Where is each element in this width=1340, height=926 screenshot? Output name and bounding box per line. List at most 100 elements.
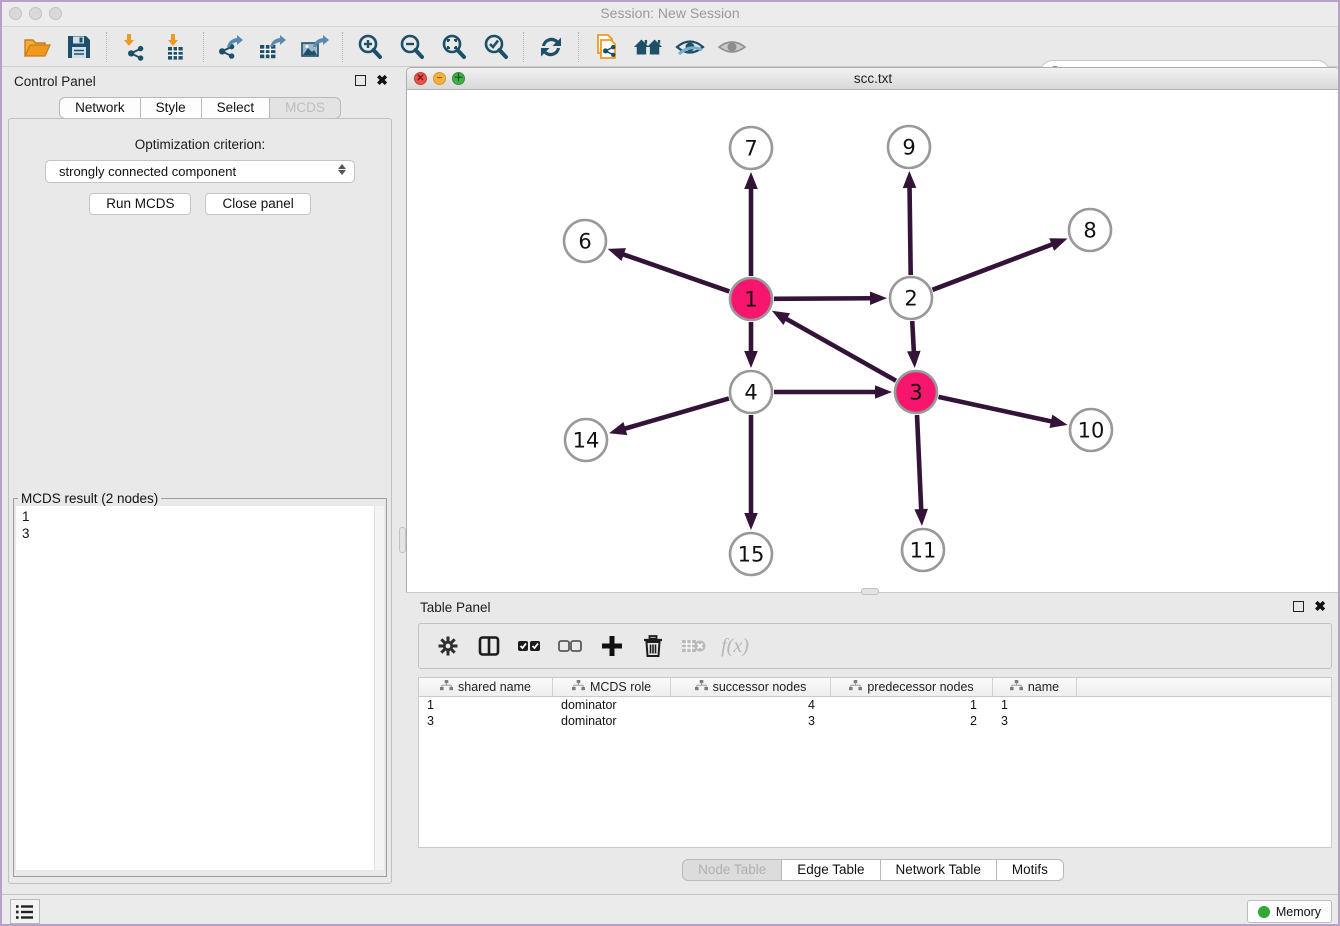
delete-table-icon <box>681 633 707 659</box>
export-image-icon[interactable] <box>300 32 330 62</box>
task-history-button[interactable] <box>10 899 40 924</box>
import-network-icon[interactable] <box>119 32 149 62</box>
tab-mcds[interactable]: MCDS <box>270 97 341 119</box>
zoom-selected-icon[interactable] <box>481 32 511 62</box>
run-mcds-button[interactable]: Run MCDS <box>89 193 191 215</box>
table-cell[interactable]: 1 <box>993 697 1077 713</box>
column-header-MCDS-role[interactable]: MCDS role <box>553 678 671 696</box>
graph-edge-1-6[interactable] <box>621 254 729 292</box>
network-graph[interactable]: 7968124314101511 <box>407 90 1339 592</box>
column-sort-icon[interactable] <box>1010 680 1023 694</box>
title-bar: Session: New Session <box>0 0 1340 27</box>
refresh-icon[interactable] <box>536 32 566 62</box>
close-table-panel-icon[interactable]: ✖ <box>1314 601 1326 612</box>
open-folder-icon[interactable] <box>22 32 52 62</box>
network-view-window: ✕ − ＋ scc.txt 7968124314101511 <box>406 67 1340 592</box>
function-fx-icon: f(x) <box>722 633 748 659</box>
graph-node-label: 4 <box>744 381 757 405</box>
graph-edge-2-3[interactable] <box>912 321 914 354</box>
tab-node-table[interactable]: Node Table <box>682 859 782 881</box>
gear-icon[interactable] <box>435 633 461 659</box>
optimization-criterion-select[interactable]: strongly connected component <box>45 160 355 183</box>
table-cell[interactable]: 1 <box>831 697 993 713</box>
import-table-icon[interactable] <box>161 32 191 62</box>
table-cell[interactable]: dominator <box>553 697 671 713</box>
table-row[interactable]: 1dominator411 <box>419 697 1331 713</box>
table-cell[interactable]: dominator <box>553 713 671 729</box>
table-cell[interactable]: 3 <box>993 713 1077 729</box>
control-panel-tabs: NetworkStyleSelectMCDS <box>0 97 400 119</box>
tab-edge-table[interactable]: Edge Table <box>782 859 880 881</box>
add-column-icon[interactable] <box>599 633 625 659</box>
graph-edge-2-8[interactable] <box>933 243 1055 289</box>
graph-edge-arrowhead <box>914 509 928 526</box>
mcds-result-legend: MCDS result (2 nodes) <box>18 491 161 506</box>
table-cell[interactable]: 3 <box>671 713 831 729</box>
uncheck-all-icon[interactable] <box>558 633 584 659</box>
column-sort-icon[interactable] <box>849 680 862 694</box>
show-eye-icon[interactable] <box>717 32 747 62</box>
home-icon[interactable] <box>633 32 663 62</box>
column-header-successor-nodes[interactable]: successor nodes <box>671 678 831 696</box>
table-cell[interactable]: 1 <box>419 697 553 713</box>
hide-eye-icon[interactable] <box>675 32 705 62</box>
graph-edge-1-2[interactable] <box>774 298 873 299</box>
float-table-panel-icon[interactable] <box>1293 601 1304 612</box>
tab-select[interactable]: Select <box>202 97 271 119</box>
export-network-icon[interactable] <box>216 32 246 62</box>
zoom-in-icon[interactable] <box>355 32 385 62</box>
column-sort-icon[interactable] <box>695 680 708 694</box>
network-window-titlebar[interactable]: ✕ − ＋ scc.txt <box>407 68 1339 90</box>
table-cell[interactable]: 4 <box>671 697 831 713</box>
table-cell[interactable]: 3 <box>419 713 553 729</box>
export-table-icon[interactable] <box>258 32 288 62</box>
result-scrollbar[interactable] <box>374 506 384 870</box>
zoom-out-icon[interactable] <box>397 32 427 62</box>
column-header-shared-name[interactable]: shared name <box>419 678 553 696</box>
tab-network-table[interactable]: Network Table <box>881 859 997 881</box>
splitter-grip-horizontal[interactable] <box>861 588 879 595</box>
float-panel-icon[interactable] <box>355 75 366 86</box>
memory-status-icon <box>1258 906 1270 918</box>
check-all-icon[interactable] <box>517 633 543 659</box>
mcds-result-text[interactable]: 1 3 <box>16 506 384 870</box>
delete-column-icon[interactable] <box>640 633 666 659</box>
close-panel-icon[interactable]: ✖ <box>376 75 388 86</box>
table-row[interactable]: 3dominator323 <box>419 713 1331 729</box>
graph-edge-arrowhead <box>903 171 917 188</box>
table-header-row: shared name MCDS role successor nodes prede… <box>419 678 1331 697</box>
splitter-grip-vertical[interactable] <box>399 527 406 553</box>
graph-edge-arrowhead <box>772 311 790 325</box>
table-cell[interactable]: 2 <box>831 713 993 729</box>
graph-node-label: 15 <box>738 543 765 567</box>
tab-network[interactable]: Network <box>59 97 141 119</box>
columns-icon[interactable] <box>476 633 502 659</box>
graph-edge-arrowhead <box>744 513 758 530</box>
memory-button[interactable]: Memory <box>1247 900 1332 923</box>
graph-node-label: 10 <box>1078 419 1105 443</box>
close-panel-button[interactable]: Close panel <box>205 193 310 215</box>
optimization-criterion-label: Optimization criterion: <box>9 137 391 152</box>
select-spinner-icon <box>338 164 346 175</box>
table-tabs: Node TableEdge TableNetwork TableMotifs <box>406 859 1340 881</box>
graph-edge-4-14[interactable] <box>622 398 728 429</box>
column-sort-icon[interactable] <box>572 680 585 694</box>
column-header-predecessor-nodes[interactable]: predecessor nodes <box>831 678 993 696</box>
tab-style[interactable]: Style <box>141 97 202 119</box>
tab-motifs[interactable]: Motifs <box>997 859 1064 881</box>
graph-edge-3-10[interactable] <box>938 397 1053 422</box>
graph-edge-3-1[interactable] <box>784 318 896 381</box>
zoom-fit-icon[interactable] <box>439 32 469 62</box>
save-icon[interactable] <box>64 32 94 62</box>
graph-edge-2-9[interactable] <box>910 185 911 275</box>
column-sort-icon[interactable] <box>440 680 453 694</box>
graph-edge-3-11[interactable] <box>917 415 921 512</box>
column-header-name[interactable]: name <box>993 678 1077 696</box>
column-label: successor nodes <box>713 680 807 694</box>
node-table: shared name MCDS role successor nodes prede… <box>418 677 1332 848</box>
column-label: shared name <box>458 680 531 694</box>
clone-network-icon[interactable] <box>591 32 621 62</box>
graph-node-label: 9 <box>902 136 915 160</box>
table-toolbar: f(x) <box>418 623 1332 669</box>
graph-edge-arrowhead <box>907 351 921 368</box>
